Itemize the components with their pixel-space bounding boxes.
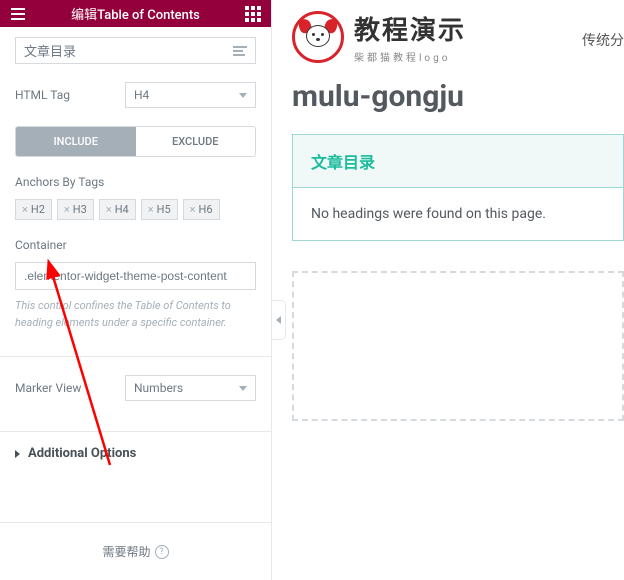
tab-include[interactable]: INCLUDE bbox=[16, 127, 136, 156]
title-input-row bbox=[15, 37, 256, 64]
remove-tag-icon[interactable]: × bbox=[22, 203, 28, 216]
dynamic-tags-icon[interactable] bbox=[233, 46, 247, 56]
toc-widget[interactable]: 文章目录 No headings were found on this page… bbox=[292, 134, 624, 241]
toc-widget-title: 文章目录 bbox=[293, 135, 623, 188]
anchor-tag[interactable]: ×H5 bbox=[141, 199, 178, 220]
site-brand: 教程演示 柴都猫教程logo bbox=[292, 10, 624, 64]
anchor-tag[interactable]: ×H4 bbox=[99, 199, 136, 220]
anchor-tag[interactable]: ×H6 bbox=[183, 199, 220, 220]
help-icon: ? bbox=[155, 545, 169, 559]
panel-title: 编辑Table of Contents bbox=[71, 4, 200, 23]
tab-exclude[interactable]: EXCLUDE bbox=[136, 127, 256, 156]
remove-tag-icon[interactable]: × bbox=[64, 203, 70, 216]
nav-link[interactable]: 传统分 bbox=[582, 30, 624, 50]
empty-section-placeholder[interactable] bbox=[292, 271, 624, 421]
remove-tag-icon[interactable]: × bbox=[106, 203, 112, 216]
html-tag-value: H4 bbox=[134, 88, 149, 102]
html-tag-select[interactable]: H4 bbox=[125, 82, 256, 108]
tag-label: H6 bbox=[199, 203, 213, 216]
tag-label: H3 bbox=[73, 203, 87, 216]
chevron-down-icon bbox=[239, 386, 247, 391]
marker-view-value: Numbers bbox=[134, 381, 183, 395]
apps-grid-icon[interactable] bbox=[243, 4, 263, 24]
anchor-tag[interactable]: ×H2 bbox=[15, 199, 52, 220]
marker-view-label: Marker View bbox=[15, 381, 125, 395]
container-input[interactable] bbox=[15, 262, 256, 290]
menu-icon[interactable] bbox=[8, 4, 28, 24]
help-link[interactable]: 需要帮助 ? bbox=[102, 543, 168, 560]
anchors-label: Anchors By Tags bbox=[15, 175, 256, 189]
toc-widget-body: No headings were found on this page. bbox=[293, 188, 623, 240]
brand-subtitle: 柴都猫教程logo bbox=[354, 49, 466, 64]
tag-label: H5 bbox=[157, 203, 171, 216]
title-input[interactable] bbox=[24, 43, 233, 58]
html-tag-label: HTML Tag bbox=[15, 88, 125, 102]
chevron-left-icon bbox=[276, 316, 281, 324]
page-title: mulu-gongju bbox=[292, 79, 624, 114]
brand-title: 教程演示 bbox=[354, 10, 466, 47]
help-text: 需要帮助 bbox=[102, 543, 150, 560]
chevron-down-icon bbox=[239, 93, 247, 98]
additional-options-section[interactable]: Additional Options bbox=[0, 431, 271, 475]
container-label: Container bbox=[15, 238, 256, 252]
divider bbox=[0, 356, 271, 357]
additional-options-title: Additional Options bbox=[28, 446, 136, 461]
remove-tag-icon[interactable]: × bbox=[190, 203, 196, 216]
remove-tag-icon[interactable]: × bbox=[148, 203, 154, 216]
panel-footer: 需要帮助 ? bbox=[0, 522, 271, 580]
logo-icon[interactable] bbox=[292, 11, 344, 63]
anchor-tags: ×H2×H3×H4×H5×H6 bbox=[15, 199, 256, 220]
include-exclude-tabs: INCLUDE EXCLUDE bbox=[15, 126, 256, 157]
anchor-tag[interactable]: ×H3 bbox=[57, 199, 94, 220]
panel-header: 编辑Table of Contents bbox=[0, 0, 271, 27]
collapse-panel-handle[interactable] bbox=[272, 300, 286, 340]
chevron-right-icon bbox=[15, 450, 20, 458]
tag-label: H4 bbox=[115, 203, 129, 216]
marker-view-select[interactable]: Numbers bbox=[125, 375, 256, 401]
container-description: This control confines the Table of Conte… bbox=[15, 298, 256, 331]
tag-label: H2 bbox=[31, 203, 45, 216]
